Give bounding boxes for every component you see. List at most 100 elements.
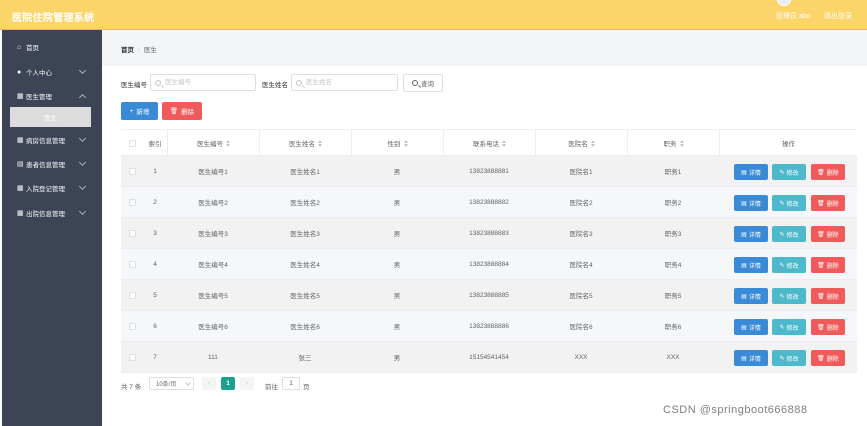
column-header-gender[interactable]: 性别 <box>351 130 443 156</box>
column-header-hospital[interactable]: 医院名 <box>535 130 627 156</box>
column-header-phone[interactable]: 联系电话 <box>443 130 535 156</box>
row-checkbox[interactable] <box>128 229 136 237</box>
detail-button[interactable]: ▤ 详情 <box>734 319 768 335</box>
edit-button[interactable]: ✎ 修改 <box>772 350 806 366</box>
cell-doctor-no: 医生编号1 <box>198 169 228 176</box>
edit-button[interactable]: ✎ 修改 <box>772 226 806 242</box>
sidebar-item-label: 医生管理 <box>26 94 52 101</box>
select-all-cell[interactable] <box>121 130 143 156</box>
trash-icon: 🗑 <box>169 108 179 115</box>
cell-hospital: 医院名4 <box>569 262 593 269</box>
sidebar-item-patient-management[interactable]: ▤ 患者信息管理 <box>2 154 102 174</box>
detail-button-label: 详情 <box>748 325 761 332</box>
prev-page-button[interactable]: ‹ <box>202 377 216 390</box>
edit-button[interactable]: ✎ 修改 <box>772 195 806 211</box>
pencil-icon: ✎ <box>779 262 785 269</box>
row-checkbox[interactable] <box>128 322 136 330</box>
cell-gender: 男 <box>393 324 401 331</box>
grid-icon: ▦ <box>17 93 24 100</box>
row-select-cell[interactable] <box>121 280 143 310</box>
row-checkbox[interactable] <box>128 291 136 299</box>
column-header-doctor-no[interactable]: 医生编号 <box>167 130 259 156</box>
query-button[interactable]: 查询 <box>403 74 443 92</box>
edit-button[interactable]: ✎ 修改 <box>772 257 806 273</box>
cell-phone: 13823888881 <box>469 167 509 175</box>
grid-icon: ▦ <box>17 185 24 192</box>
row-checkbox[interactable] <box>128 260 136 268</box>
sidebar-item-admission-management[interactable]: ▦ 入院登记管理 <box>2 178 102 198</box>
doctor-name-field[interactable] <box>291 74 398 91</box>
delete-button-label: 删除 <box>826 170 839 177</box>
row-select-cell[interactable] <box>121 311 143 341</box>
delete-button[interactable]: 🗑 删除 <box>811 257 845 273</box>
sort-icon[interactable] <box>403 139 408 147</box>
delete-button[interactable]: 🗑 删除 <box>811 195 845 211</box>
row-select-cell[interactable] <box>121 156 143 186</box>
table-row: 4 医生编号4 医生姓名4 男 13823888884 医院名4 职务4 ▤ 详情… <box>121 249 857 280</box>
cell-title: 职务3 <box>664 231 682 238</box>
detail-button[interactable]: ▤ 详情 <box>734 350 768 366</box>
cell-hospital: 医院名2 <box>569 200 593 207</box>
sidebar-item-ward-management[interactable]: ▦ 病房信息管理 <box>2 130 102 150</box>
sidebar-item-home[interactable]: ⌂ 首页 <box>2 37 102 57</box>
sort-icon[interactable] <box>502 139 506 147</box>
cell-doctor-no: 111 <box>208 353 218 361</box>
select-all-checkbox[interactable] <box>128 139 136 147</box>
search-icon <box>296 79 302 86</box>
edit-button[interactable]: ✎ 修改 <box>772 319 806 335</box>
sort-icon[interactable] <box>226 139 230 147</box>
edit-button[interactable]: ✎ 修改 <box>772 288 806 304</box>
cell-doctor-name: 张三 <box>298 355 312 362</box>
table-row: 1 医生编号1 医生姓名1 男 13823888881 医院名1 职务1 ▤ 详情… <box>121 156 857 187</box>
row-select-cell[interactable] <box>121 187 143 217</box>
sidebar-item-profile[interactable]: ● 个人中心 <box>2 62 102 82</box>
logout-link[interactable]: 退出登录 <box>824 11 852 21</box>
sidebar-item-discharge-management[interactable]: ▦ 出院信息管理 <box>2 203 102 223</box>
sidebar-subitem-doctor[interactable]: 医生 <box>10 107 91 127</box>
row-select-cell[interactable] <box>121 342 143 372</box>
detail-button-label: 详情 <box>748 263 761 270</box>
column-header-title[interactable]: 职务 <box>627 130 719 156</box>
trash-icon: 🗑 <box>817 262 825 269</box>
delete-button[interactable]: 🗑 删除 <box>811 164 845 180</box>
delete-button-label: 删除 <box>826 325 839 332</box>
sort-icon[interactable] <box>679 139 684 147</box>
page-number-current[interactable]: 1 <box>221 377 235 390</box>
sort-icon[interactable] <box>590 139 595 147</box>
detail-button[interactable]: ▤ 详情 <box>734 164 768 180</box>
row-checkbox[interactable] <box>128 198 136 206</box>
row-checkbox[interactable] <box>128 167 136 175</box>
document-icon: ▤ <box>741 262 747 269</box>
detail-button[interactable]: ▤ 详情 <box>734 257 768 273</box>
page-size-select[interactable]: 10条/页 <box>149 377 194 390</box>
breadcrumb-home[interactable]: 首页 <box>121 47 134 54</box>
add-button[interactable]: + 新增 <box>121 102 158 120</box>
doctor-no-input[interactable] <box>165 79 245 86</box>
edit-button[interactable]: ✎ 修改 <box>772 164 806 180</box>
next-page-button[interactable]: › <box>240 377 254 390</box>
delete-button[interactable]: 🗑 删除 <box>811 319 845 335</box>
batch-delete-button[interactable]: 🗑 删除 <box>162 102 202 120</box>
row-select-cell[interactable] <box>121 218 143 248</box>
sidebar-item-doctor-management[interactable]: ▦ 医生管理 <box>2 86 102 106</box>
row-select-cell[interactable] <box>121 249 143 279</box>
avatar[interactable] <box>777 0 791 6</box>
doctor-name-input[interactable] <box>306 79 386 86</box>
edit-button-label: 修改 <box>786 232 799 239</box>
detail-button[interactable]: ▤ 详情 <box>734 226 768 242</box>
sort-icon[interactable] <box>318 139 322 147</box>
detail-button[interactable]: ▤ 详情 <box>734 195 768 211</box>
document-icon: ▤ <box>741 169 747 176</box>
table-row: 7 111 张三 男 15154541454 XXX XXX ▤ 详情 ✎ 修改 🗑… <box>121 342 857 373</box>
doctor-no-field[interactable] <box>150 74 256 91</box>
row-checkbox[interactable] <box>128 353 136 361</box>
breadcrumb-current: 医生 <box>143 47 157 54</box>
cell-index: 2 <box>153 198 157 206</box>
delete-button[interactable]: 🗑 删除 <box>811 288 845 304</box>
detail-button[interactable]: ▤ 详情 <box>734 288 768 304</box>
delete-button[interactable]: 🗑 删除 <box>811 226 845 242</box>
delete-button[interactable]: 🗑 删除 <box>811 350 845 366</box>
goto-page-input[interactable] <box>282 377 300 390</box>
column-header-doctor-name[interactable]: 医生姓名 <box>259 130 351 156</box>
detail-button-label: 详情 <box>748 201 761 208</box>
